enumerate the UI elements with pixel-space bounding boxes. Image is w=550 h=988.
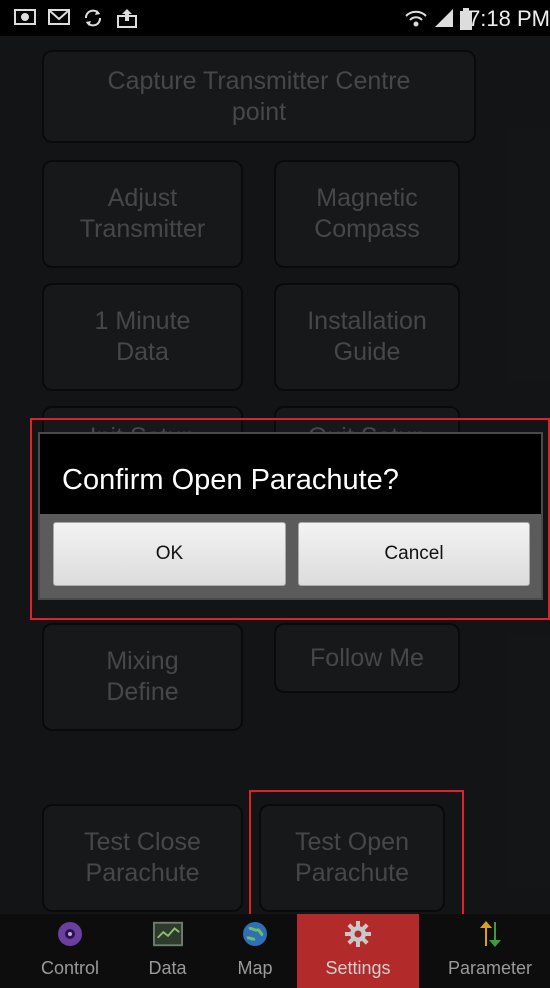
globe-icon bbox=[240, 920, 270, 948]
gmail-icon bbox=[48, 8, 70, 29]
bottom-nav-bar: Control Data Map Settings Parameter bbox=[0, 914, 550, 988]
status-bar: 7:18 PM bbox=[0, 0, 550, 36]
tab-map[interactable]: Map bbox=[215, 914, 295, 988]
tab-label: Data bbox=[148, 958, 187, 978]
arrows-icon bbox=[475, 920, 505, 948]
tab-label: Map bbox=[237, 958, 273, 978]
image-icon bbox=[14, 8, 36, 29]
tab-label: Parameter bbox=[447, 958, 533, 978]
tab-parameter[interactable]: Parameter bbox=[430, 914, 550, 988]
open-parachute-highlight-box bbox=[249, 790, 464, 927]
gear-icon bbox=[343, 920, 373, 948]
wifi-icon bbox=[404, 8, 428, 33]
drone-icon bbox=[55, 920, 85, 948]
tab-settings[interactable]: Settings bbox=[297, 914, 419, 988]
sync-icon bbox=[82, 8, 104, 31]
tab-control[interactable]: Control bbox=[20, 914, 120, 988]
status-time: 7:18 PM bbox=[468, 6, 550, 31]
dialog-highlight-box bbox=[30, 418, 550, 620]
signal-icon bbox=[433, 8, 455, 31]
tab-label: Control bbox=[40, 958, 100, 978]
monitor-icon bbox=[152, 920, 183, 948]
upload-icon bbox=[116, 8, 138, 31]
tab-data[interactable]: Data bbox=[125, 914, 210, 988]
tab-label: Settings bbox=[325, 958, 391, 978]
